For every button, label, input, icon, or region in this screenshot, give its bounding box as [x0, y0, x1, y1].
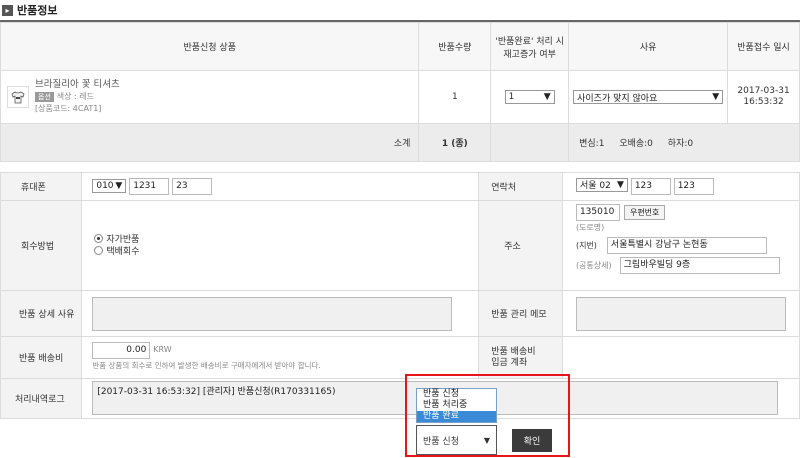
col-header-stock-line2: 재고증가 여부	[503, 49, 556, 60]
col-header-qty: 반품수량	[418, 22, 492, 71]
col-header-product: 반품신청 상품	[0, 22, 420, 71]
status-option-request[interactable]: 반품 신청	[417, 389, 496, 400]
confirm-button[interactable]: 확인	[512, 429, 552, 452]
method-option-courier[interactable]: 택배회수	[94, 245, 478, 258]
summary-change: 변심:1	[579, 139, 605, 149]
status-option-complete[interactable]: 반품 완료	[417, 411, 496, 422]
mobile-mid-input[interactable]: 1231	[129, 178, 170, 195]
status-option-processing[interactable]: 반품 처리중	[417, 400, 496, 411]
summary-misdelivery: 오배송:0	[619, 139, 653, 149]
mobile-label: 휴대폰	[0, 172, 83, 201]
item-date: 2017-03-31	[737, 86, 790, 96]
method-option-self[interactable]: 자가반품	[94, 233, 478, 246]
mobile-prefix-value: 010	[96, 181, 114, 191]
road-address-tag: (도로명)	[575, 223, 605, 232]
chevron-right-icon: ▸	[2, 4, 13, 16]
item-time: 16:53:32	[743, 97, 784, 107]
detail-reason-label: 반품 상세 사유	[0, 290, 83, 337]
reason-select[interactable]: 사이즈가 맞지 않아요 ▼	[573, 90, 724, 104]
account-label: 반품 배송비 입금 계좌	[478, 336, 563, 379]
account-label-line2: 입금 계좌	[491, 357, 528, 368]
zip-search-button[interactable]: 우편번호	[623, 205, 666, 220]
col-header-stock: '반품완료' 처리 시 재고증가 여부	[490, 22, 570, 71]
log-entry: [2017-03-31 16:53:32] [관리자] 반품신청(R170331…	[97, 387, 336, 397]
mobile-last-input[interactable]: 23	[172, 178, 213, 195]
summary-label: 소계	[0, 123, 420, 162]
log-label: 처리내역로그	[0, 378, 83, 419]
section-title: 반품정보	[17, 4, 58, 17]
dropdown-arrow-icon: ▼	[115, 181, 123, 191]
dropdown-arrow-icon: ▼	[483, 435, 490, 445]
product-code: [상품코드: 4CAT1]	[35, 104, 102, 113]
product-thumbnail[interactable]	[7, 86, 29, 108]
status-select[interactable]: 반품 신청 ▼	[416, 425, 497, 455]
contact-last-input[interactable]: 123	[673, 178, 714, 196]
dropdown-arrow-icon: ▼	[712, 92, 720, 102]
option-text: 색상 : 레드	[56, 92, 94, 101]
stock-select[interactable]: 1 ▼	[504, 90, 555, 104]
return-items-table: 반품신청 상품 반품수량 '반품완료' 처리 시 재고증가 여부 사유 반품접수…	[0, 22, 800, 162]
summary-defect: 하자:0	[667, 139, 694, 149]
method-label: 회수방법	[0, 200, 83, 291]
status-dropdown-list[interactable]: 반품 신청 반품 처리중 반품 완료	[416, 388, 497, 423]
summary-row: 소계 1 (종) 변심:1 오배송:0 하자:0	[0, 123, 800, 162]
section-header: ▸ 반품정보	[2, 2, 57, 18]
table-row: 브라질리아 꽃 티셔츠 옵션 색상 : 레드 [상품코드: 4CAT1] 1 1…	[0, 70, 800, 124]
detail-reason-textarea[interactable]	[92, 296, 453, 331]
product-name[interactable]: 브라질리아 꽃 티셔츠	[35, 79, 120, 91]
summary-count: 1 (종)	[418, 123, 492, 162]
mobile-prefix-select[interactable]: 010 ▼	[92, 179, 127, 193]
jibun-tag: (지번)	[575, 240, 597, 250]
contact-mid-input[interactable]: 123	[630, 178, 671, 196]
return-form-table: 휴대폰 010 ▼ 1231 23 연락처 서울 02 ▼ 123 123 회수…	[0, 172, 800, 419]
zip-input[interactable]: 135010	[575, 204, 620, 221]
fee-input[interactable]: 0.00	[92, 342, 151, 359]
detail-tag: (공통상세)	[575, 260, 612, 270]
option-badge: 옵션	[35, 92, 54, 102]
contact-prefix-select[interactable]: 서울 02 ▼	[575, 177, 628, 192]
dropdown-arrow-icon: ▼	[617, 179, 624, 190]
contact-prefix-value: 서울 02	[579, 181, 611, 192]
radio-selected-icon	[94, 233, 104, 243]
account-label-line1: 반품 배송비	[491, 346, 536, 357]
col-header-date: 반품접수 일시	[727, 22, 800, 71]
memo-label: 반품 관리 메모	[478, 290, 563, 337]
tshirt-icon	[11, 91, 25, 103]
method-option-self-label: 자가반품	[106, 234, 140, 245]
dropdown-arrow-icon: ▼	[543, 92, 551, 102]
fee-unit: KRW	[153, 345, 172, 354]
fee-label: 반품 배송비	[0, 336, 83, 379]
detail-address-input[interactable]: 그림바우빌딩 9층	[619, 256, 780, 274]
col-header-stock-line1: '반품완료' 처리 시	[495, 36, 564, 47]
radio-icon	[94, 245, 104, 255]
jibun-address-input[interactable]: 서울특별시 강남구 논현동	[606, 236, 767, 254]
fee-note: 반품 상품의 회수로 인하여 발생한 배송비로 구매자에게서 받아야 합니다.	[92, 361, 321, 370]
memo-textarea[interactable]	[575, 296, 786, 331]
address-label: 주소	[478, 200, 563, 291]
contact-label: 연락처	[478, 172, 563, 201]
reason-select-value: 사이즈가 맞지 않아요	[577, 93, 658, 104]
item-qty: 1	[418, 70, 492, 124]
col-header-reason: 사유	[568, 22, 729, 71]
stock-select-value: 1	[508, 92, 515, 102]
status-select-value: 반품 신청	[423, 436, 459, 447]
method-option-courier-label: 택배회수	[106, 246, 140, 257]
